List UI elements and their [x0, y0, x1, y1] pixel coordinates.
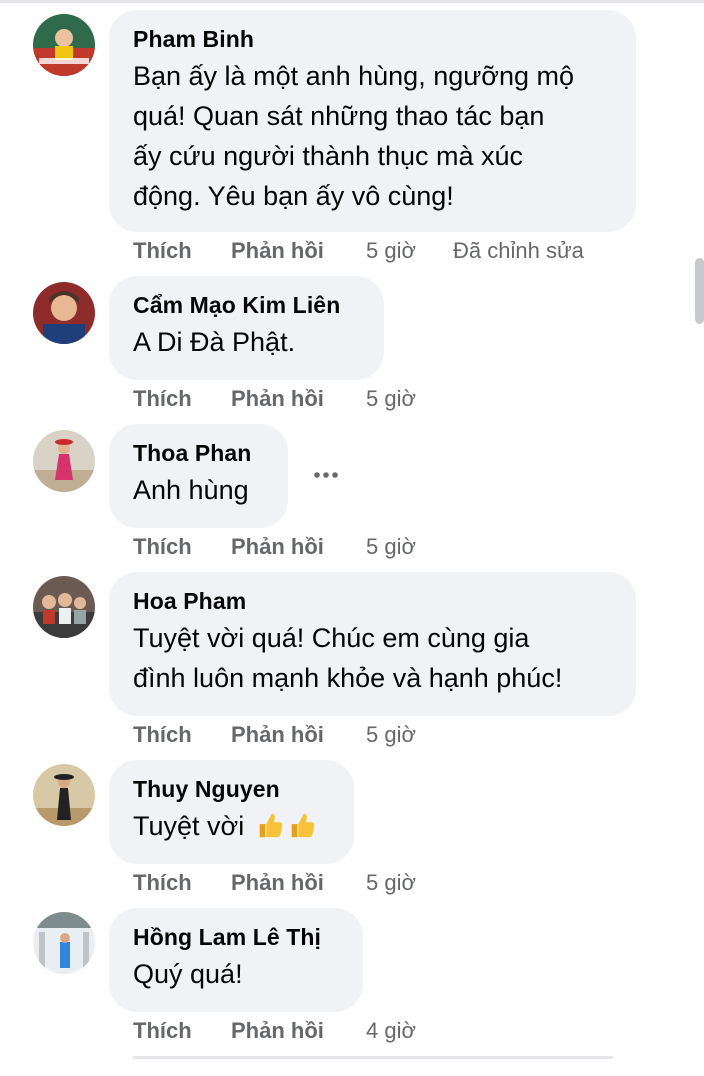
reply-button[interactable]: Phản hồi — [231, 720, 324, 750]
commenter-name[interactable]: Thuy Nguyen — [133, 774, 330, 804]
comment-line: Bạn ấy là một anh hùng, ngưỡng mộ — [133, 61, 575, 91]
comment-bubble: Thuy Nguyen Tuyệt vời — [109, 760, 354, 864]
timestamp[interactable]: 5 giờ — [366, 532, 416, 562]
reply-button[interactable]: Phản hồi — [231, 1016, 324, 1046]
comment-line: ấy cứu người thành thục mà xúc — [133, 141, 524, 171]
comment-line: Anh hùng — [133, 475, 249, 505]
comment-text: A Di Đà Phật. — [133, 322, 360, 362]
timestamp[interactable]: 5 giờ — [366, 720, 416, 750]
top-divider — [0, 0, 704, 3]
comment-line: A Di Đà Phật. — [133, 327, 296, 357]
like-button[interactable]: Thích — [133, 868, 192, 898]
comment-text: Bạn ấy là một anh hùng, ngưỡng mộ quá! Q… — [133, 56, 612, 216]
timestamp[interactable]: 5 giờ — [366, 868, 416, 898]
reply-button[interactable]: Phản hồi — [231, 868, 324, 898]
edited-label: Đã chỉnh sửa — [453, 238, 584, 263]
scrollbar-thumb[interactable] — [695, 258, 704, 324]
commenter-name[interactable]: Thoa Phan — [133, 438, 264, 468]
comment-line: Quý quá! — [133, 959, 243, 989]
like-button[interactable]: Thích — [133, 720, 192, 750]
avatar[interactable] — [33, 764, 95, 826]
more-options-icon[interactable] — [311, 460, 341, 490]
thumbs-up-emoji — [256, 810, 284, 850]
timestamp[interactable]: 5 giờ — [366, 384, 416, 414]
reply-button[interactable]: Phản hồi — [231, 384, 324, 414]
comment-line: động. Yêu bạn ấy vô cùng! — [133, 181, 454, 211]
commenter-name[interactable]: Hoa Pham — [133, 586, 612, 616]
comment-text: Quý quá! — [133, 954, 339, 994]
avatar[interactable] — [33, 282, 95, 344]
like-button[interactable]: Thích — [133, 1016, 192, 1046]
timestamp[interactable]: 4 giờ — [366, 1016, 416, 1046]
comment-bubble: Hoa Pham Tuyệt vời quá! Chúc em cùng gia… — [109, 572, 636, 716]
reply-button[interactable]: Phản hồi — [231, 532, 324, 562]
comment-bubble: Thoa Phan Anh hùng — [109, 424, 288, 528]
comment-text: Tuyệt vời — [133, 806, 330, 850]
comment-line: Tuyệt vời quá! Chúc em cùng gia — [133, 623, 530, 653]
commenter-name[interactable]: Cẩm Mạo Kim Liên — [133, 290, 360, 320]
reply-button[interactable]: Phản hồi — [231, 236, 324, 266]
comment-line: quá! Quan sát những thao tác bạn — [133, 101, 545, 131]
comment-bubble: Cẩm Mạo Kim Liên A Di Đà Phật. — [109, 276, 384, 380]
thumbs-up-emoji — [288, 810, 316, 850]
commenter-name[interactable]: Hồng Lam Lê Thị — [133, 922, 339, 952]
avatar[interactable] — [33, 912, 95, 974]
comment-line: Tuyệt vời — [133, 811, 245, 841]
commenter-name[interactable]: Pham Binh — [133, 24, 612, 54]
like-button[interactable]: Thích — [133, 384, 192, 414]
comment-bubble: Hồng Lam Lê Thị Quý quá! — [109, 908, 363, 1012]
comment-text: Anh hùng — [133, 470, 264, 510]
like-button[interactable]: Thích — [133, 236, 192, 266]
bottom-divider — [133, 1056, 613, 1059]
comment-line: đình luôn mạnh khỏe và hạnh phúc! — [133, 663, 563, 693]
avatar[interactable] — [33, 430, 95, 492]
like-button[interactable]: Thích — [133, 532, 192, 562]
timestamp[interactable]: 5 giờ — [366, 236, 416, 266]
avatar[interactable] — [33, 14, 95, 76]
comment-bubble: Pham Binh Bạn ấy là một anh hùng, ngưỡng… — [109, 10, 636, 232]
comment-text: Tuyệt vời quá! Chúc em cùng gia đình luô… — [133, 618, 612, 698]
avatar[interactable] — [33, 576, 95, 638]
